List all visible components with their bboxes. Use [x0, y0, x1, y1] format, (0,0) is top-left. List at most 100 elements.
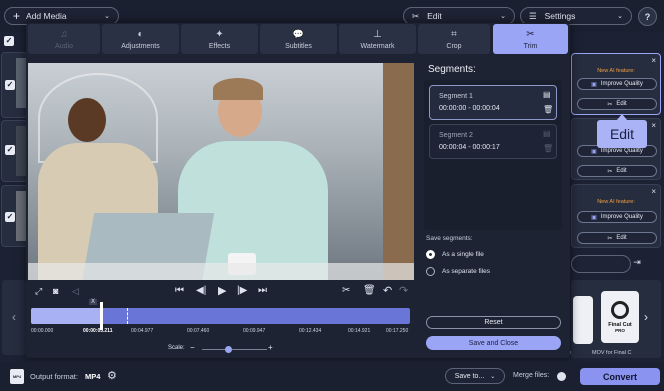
convert-button[interactable]: Convert — [580, 368, 660, 385]
radio-button[interactable] — [426, 267, 435, 276]
enhance-icon: ▣ — [591, 148, 597, 155]
enhance-icon: ▣ — [591, 214, 597, 221]
chevron-down-icon: ⌄ — [490, 373, 496, 380]
tooltip-arrow — [616, 114, 628, 121]
edit-label: Edit — [616, 235, 627, 241]
fullscreen-icon[interactable]: ⤢ — [35, 286, 42, 297]
undo-icon[interactable]: ↶ — [383, 284, 392, 297]
edit-dropdown-label: Edit — [427, 11, 442, 21]
save-segment-icon[interactable]: ▤ — [543, 129, 551, 138]
save-segment-icon[interactable]: ▤ — [543, 90, 551, 99]
jump-end-icon[interactable]: ⏭ — [258, 285, 267, 296]
output-format-label: Output format: — [30, 372, 78, 381]
export-icon[interactable]: ⇥ — [630, 257, 644, 271]
edit-label: Edit — [616, 101, 627, 107]
step-back-icon[interactable]: ◀| — [196, 285, 206, 296]
improve-quality-button[interactable]: ▣ Improve Quality — [577, 78, 657, 90]
tab-trim[interactable]: ✂ Trim — [493, 24, 568, 54]
timeline-track[interactable] — [31, 302, 410, 330]
edit-label: Edit — [616, 168, 627, 174]
final-cut-logo-icon — [611, 301, 629, 319]
zoom-in-button[interactable]: + — [268, 343, 273, 352]
delete-segment-icon[interactable]: 🗑 — [543, 105, 553, 114]
help-button[interactable]: ? — [638, 7, 657, 26]
tab-audio-label: Audio — [55, 42, 73, 50]
scale-slider-track[interactable] — [202, 346, 267, 353]
improve-quality-label: Improve Quality — [600, 214, 643, 220]
timeline-ruler: 00:00.000 00:00:03.211 00:04.977 00:07.4… — [31, 324, 410, 336]
close-icon[interactable]: × — [651, 121, 656, 130]
segment-item-1[interactable]: Segment 1 00:00:00 - 00:00:04 ▤ 🗑 — [429, 85, 557, 120]
radio-separate-files[interactable]: As separate files — [426, 267, 490, 276]
improve-quality-button[interactable]: ▣ Improve Quality — [577, 211, 657, 223]
segment-item-2[interactable]: Segment 2 00:00:04 - 00:00:17 ▤ 🗑 — [429, 124, 557, 159]
format-sub: PRO — [615, 328, 625, 333]
tab-watermark-label: Watermark — [360, 42, 395, 50]
delete-icon[interactable]: 🗑 — [363, 285, 376, 296]
tab-crop[interactable]: ⌗ Crop — [418, 24, 490, 54]
tab-subtitles[interactable]: 💬 Subtitles — [260, 24, 337, 54]
reset-button[interactable]: Reset — [426, 316, 561, 329]
close-icon[interactable]: × — [651, 187, 656, 196]
right-card-3: × New AI feature: ▣ Improve Quality ✂ Edit — [571, 184, 661, 248]
tab-effects[interactable]: ✦ Effects — [181, 24, 258, 54]
save-close-button[interactable]: Save and Close — [426, 336, 561, 350]
carousel-prev-icon[interactable]: ‹ — [12, 310, 16, 324]
tab-adjustments[interactable]: ◐ Adjustments — [102, 24, 179, 54]
edit-tooltip: Edit — [597, 120, 647, 148]
file-checkbox-2[interactable]: ✓ — [5, 145, 15, 155]
tab-effects-label: Effects — [208, 42, 231, 50]
tools-icon: ✂ — [607, 168, 613, 175]
output-format-icon[interactable]: MP4 — [10, 369, 24, 384]
close-icon[interactable]: × — [651, 56, 656, 65]
tab-subtitles-label: Subtitles — [285, 42, 312, 50]
gear-icon[interactable]: ⚙ — [107, 369, 117, 382]
carousel-next-icon[interactable]: › — [644, 310, 648, 324]
stamp-icon: ⊥ — [373, 28, 382, 40]
tab-watermark[interactable]: ⊥ Watermark — [339, 24, 416, 54]
edit-button[interactable]: ✂ Edit — [577, 232, 657, 244]
timeline-selected-segment[interactable] — [31, 308, 101, 324]
person-right-hair — [213, 78, 263, 100]
save-to-dropdown[interactable]: Save to... ⌄ — [445, 368, 505, 384]
file-checkbox-1[interactable]: ✓ — [5, 80, 15, 90]
select-all-checkbox[interactable]: ✓ — [4, 36, 14, 46]
tab-audio: ♫ Audio — [28, 24, 100, 54]
chevron-down-icon: ⌄ — [500, 13, 506, 20]
chevron-down-icon: ⌄ — [617, 13, 623, 20]
scale-slider-knob[interactable] — [224, 346, 232, 353]
play-icon[interactable]: ▶ — [218, 284, 226, 297]
improve-quality-label: Improve Quality — [600, 148, 643, 154]
radio-button-selected[interactable] — [426, 250, 435, 259]
person-left-head — [68, 98, 106, 142]
volume-icon[interactable]: ◁ — [72, 286, 79, 297]
segment-split-line — [127, 308, 128, 324]
tick-label: 00:04.977 — [131, 328, 154, 334]
scissors-icon: ✂ — [526, 28, 535, 40]
final-cut-format-tile[interactable]: Final Cut PRO — [601, 291, 639, 343]
merge-files-toggle[interactable] — [557, 372, 566, 381]
zoom-out-button[interactable]: − — [190, 343, 195, 352]
desk — [28, 263, 414, 280]
radio-single-file[interactable]: As a single file — [426, 250, 484, 259]
step-forward-icon[interactable]: |▶ — [237, 285, 247, 296]
ai-feature-label: New AI feature: — [597, 68, 635, 74]
edit-button[interactable]: ✂ Edit — [577, 165, 657, 177]
snapshot-icon[interactable]: ◙ — [53, 286, 58, 296]
tools-icon: ✂ — [412, 10, 420, 21]
save-close-label: Save and Close — [468, 339, 519, 347]
jump-start-icon[interactable]: ⏮ — [175, 285, 184, 296]
segment-range: 00:00:04 - 00:00:17 — [439, 144, 500, 151]
save-to-label: Save to... — [454, 372, 485, 380]
edit-button[interactable]: ✂ Edit — [577, 98, 657, 110]
split-scissors-icon[interactable]: ✂ — [342, 285, 350, 296]
video-preview[interactable] — [28, 63, 414, 280]
format-search-field[interactable] — [571, 255, 631, 273]
scale-label: Scale: — [168, 345, 185, 351]
segments-title: Segments: — [428, 64, 476, 75]
delete-segment-icon[interactable]: 🗑 — [543, 144, 553, 153]
redo-icon[interactable]: ↷ — [399, 284, 408, 297]
subtitles-icon: 💬 — [292, 28, 305, 39]
format-tile-partial[interactable] — [573, 296, 593, 344]
file-checkbox-3[interactable]: ✓ — [5, 212, 15, 222]
